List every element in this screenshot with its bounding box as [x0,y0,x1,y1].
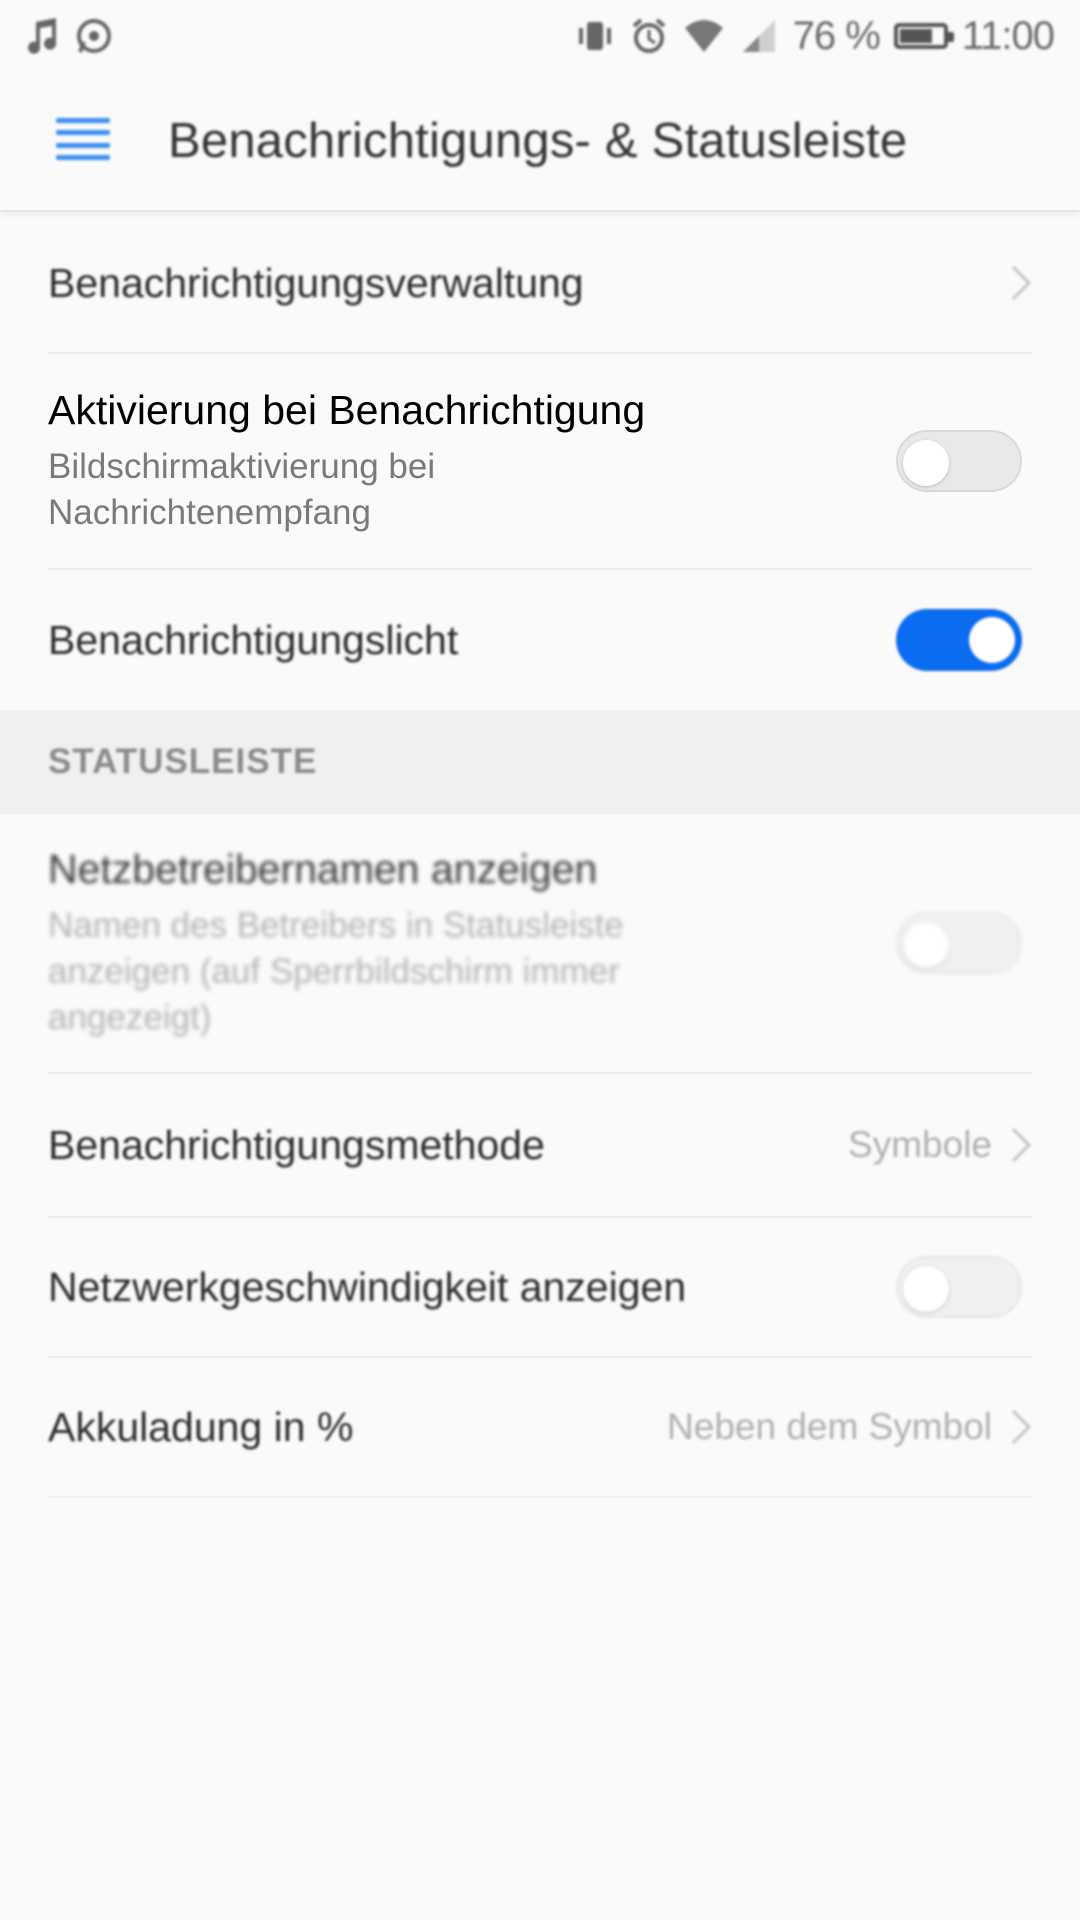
carrier-name-label: Netzbetreibernamen anzeigen [48,845,598,892]
wake-on-notification-toggle[interactable] [896,430,1022,492]
page-title: Benachrichtigungs- & Statusleiste [168,114,908,168]
row-network-speed[interactable]: Netzwerkgeschwindigkeit anzeigen [48,1218,1032,1358]
status-bar: 76 % 11:00 [0,0,1080,72]
row-notification-light[interactable]: Benachrichtigungslicht [48,570,1032,710]
notification-light-toggle[interactable] [896,609,1022,671]
network-speed-label: Netzwerkgeschwindigkeit anzeigen [48,1263,687,1310]
notification-method-value: Symbole [848,1124,992,1165]
status-bar-left [26,16,114,56]
notification-method-label: Benachrichtigungsmethode [48,1121,545,1168]
battery-percent-text: 76 % [792,13,881,58]
notification-light-label: Benachrichtigungslicht [48,616,459,663]
menu-button[interactable] [28,91,138,191]
notification-management-label: Benachrichtigungsverwaltung [48,259,584,306]
row-battery-percent[interactable]: Akkuladung in % Neben dem Symbol [48,1358,1032,1498]
battery-percent-value: Neben dem Symbol [667,1406,992,1447]
wake-on-notification-subtitle-line1: Bildschirmaktivierung bei [48,446,436,486]
carrier-name-subtitle-line3: angezeigt) [48,997,212,1037]
wifi-icon [683,16,725,56]
chevron-right-icon [1010,1408,1032,1446]
battery-icon [893,23,954,49]
app-bar: Benachrichtigungs- & Statusleiste [0,72,1080,212]
wake-on-notification-subtitle-line2: Nachrichtenempfang [48,492,371,532]
chevron-right-icon [1010,1126,1032,1164]
wake-on-notification-label: Aktivierung bei Benachrichtigung [48,386,646,433]
status-bar-right: 76 % 11:00 [575,13,1055,59]
alarm-icon [629,16,669,56]
row-wake-on-notification[interactable]: Aktivierung bei Benachrichtigung Bildsch… [48,354,1032,570]
signal-icon [739,16,779,56]
battery-percent-label: Akkuladung in % [48,1403,354,1450]
hamburger-menu-icon [54,116,112,167]
carrier-name-toggle[interactable] [896,912,1022,974]
row-carrier-name[interactable]: Netzbetreibernamen anzeigen Namen des Be… [48,814,1032,1074]
carrier-name-subtitle-line1: Namen des Betreibers in Statusleiste [48,905,624,945]
row-notification-management[interactable]: Benachrichtigungsverwaltung [48,214,1032,354]
toggle-knob [903,1266,949,1312]
vibrate-icon [575,16,615,56]
music-note-icon [26,16,60,56]
chevron-right-icon [1010,264,1032,302]
row-notification-method[interactable]: Benachrichtigungsmethode Symbole [48,1074,1032,1218]
section-label: STATUSLEISTE [48,742,318,781]
toggle-knob [903,922,949,968]
whatsapp-icon [74,16,114,56]
network-speed-toggle[interactable] [896,1256,1022,1318]
section-header-statusbar: STATUSLEISTE [0,710,1080,814]
battery-percent-value-group: Neben dem Symbol [667,1406,1032,1448]
settings-list: Benachrichtigungsverwaltung Aktivierung … [0,214,1080,1498]
carrier-name-text: Netzbetreibernamen anzeigen Namen des Be… [48,846,624,1041]
clock-text: 11:00 [961,13,1055,58]
wake-on-notification-text: Aktivierung bei Benachrichtigung Bildsch… [48,387,645,536]
toggle-knob [969,617,1015,663]
carrier-name-subtitle-line2: anzeigen (auf Sperrbildschirm immer [48,951,620,991]
notification-method-value-group: Symbole [848,1124,1032,1166]
toggle-knob [903,440,949,486]
